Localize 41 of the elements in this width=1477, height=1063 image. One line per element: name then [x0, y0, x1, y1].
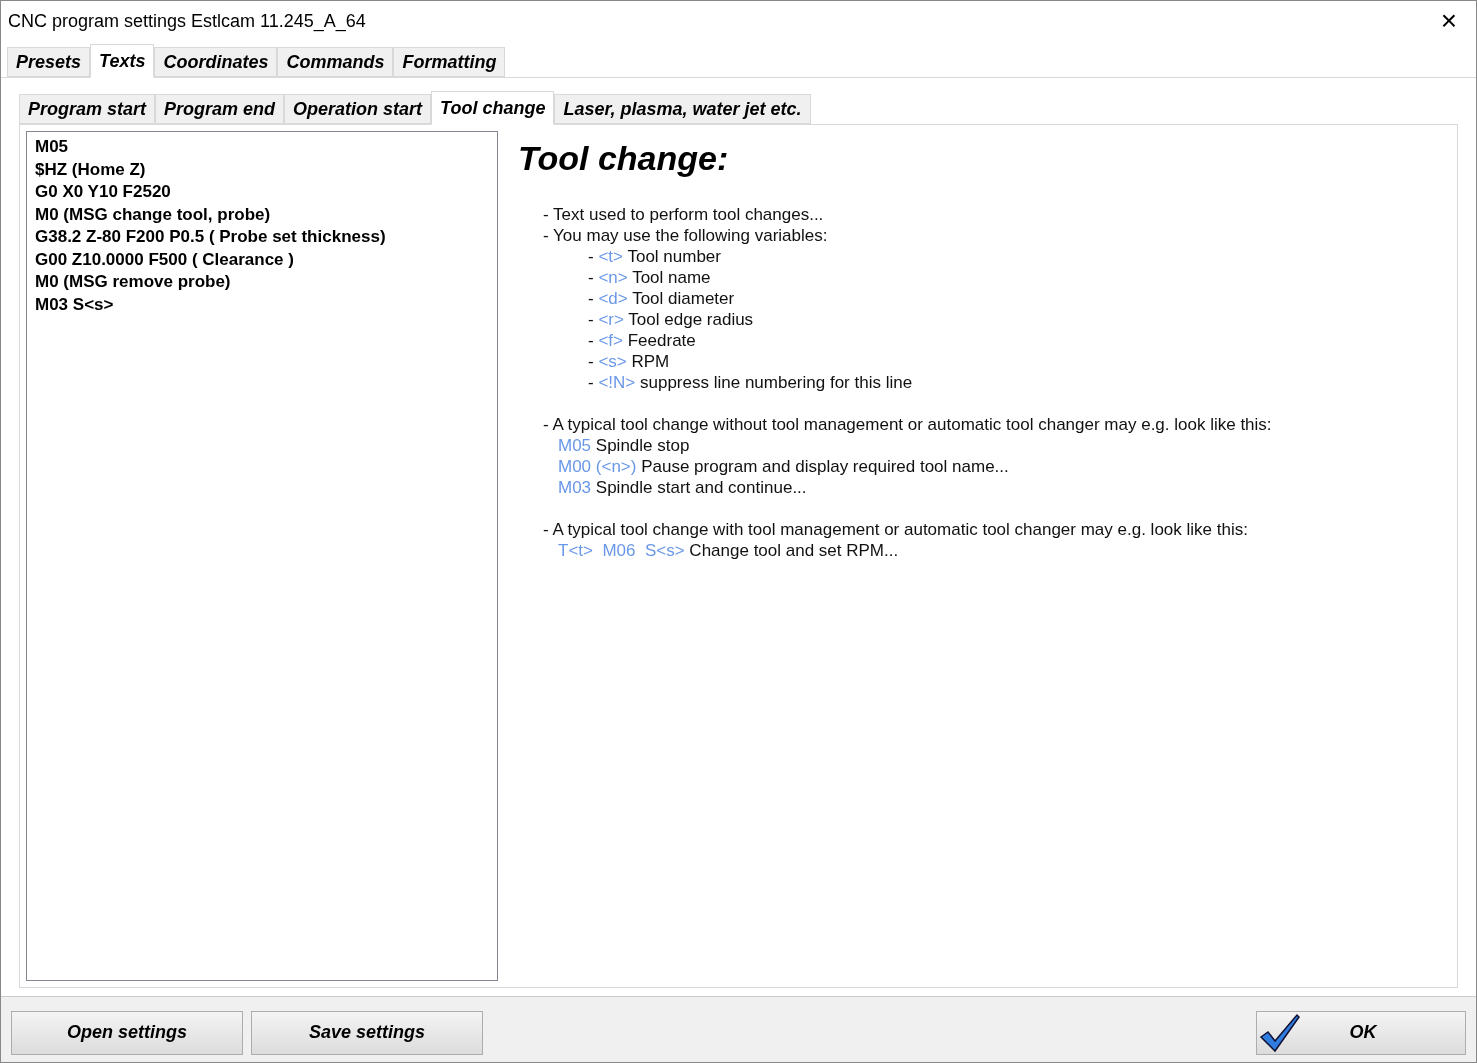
close-button[interactable]: ×: [1428, 7, 1469, 35]
help-text: - A typical tool change without tool management or automatic tool changer may e.g. look like this:: [542, 414, 1272, 435]
ok-button[interactable]: OK: [1256, 1010, 1466, 1055]
code-line: M05: [35, 136, 70, 158]
variable-line: - <t> Tool number: [587, 246, 722, 267]
help-text: - Text used to perform tool changes...: [542, 204, 825, 225]
tab[interactable]: Laser, plasma, water jet etc.: [554, 94, 811, 124]
variable-line: - <f> Feedrate: [587, 330, 697, 351]
code-line: G38.2 Z-80 F200 P0.5 ( Probe set thickness): [35, 226, 387, 248]
tab[interactable]: Operation start: [284, 94, 432, 124]
example-line: M03 Spindle start and continue...: [557, 477, 808, 498]
tab[interactable]: Program end: [155, 94, 285, 124]
code-line: G00 Z10.0000 F500 ( Clearance ): [35, 248, 295, 271]
code-line: M0 (MSG remove probe): [35, 271, 232, 293]
save-settings-button[interactable]: Save settings: [251, 1010, 483, 1055]
example-line: T<t> M06 S<s> Change tool and set RPM...: [557, 540, 900, 561]
window-title: CNC program settings Estlcam 11.245_A_64: [8, 9, 366, 34]
open-settings-button[interactable]: Open settings: [11, 1010, 243, 1055]
tab[interactable]: Texts: [90, 44, 155, 78]
tab[interactable]: Coordinates: [154, 47, 278, 77]
example-line: M05 Spindle stop: [557, 435, 691, 456]
example-line: M00 (<n>) Pause program and display required tool name...: [557, 456, 1010, 477]
code-editor[interactable]: M05 $HZ (Home Z) G0 X0 Y10 F2520 M0 (MSG change tool, probe) G38.2 Z-80 F200 P0.5 ( Probe set thickness) G00 Z10.0000 F500 ( Clearance ) M0 (MSG remove probe) M03 S<s>: [26, 131, 498, 981]
tab[interactable]: Program start: [19, 94, 156, 124]
tab[interactable]: Formatting: [393, 47, 506, 77]
code-line: G0 X0 Y10 F2520: [35, 181, 172, 203]
help-text: - A typical tool change with tool management or automatic tool changer may e.g. look like this:: [542, 519, 1249, 540]
code-line: M03 S<s>: [35, 293, 115, 316]
help-text: - You may use the following variables:: [542, 225, 829, 246]
variable-line: - <s> RPM: [587, 351, 671, 372]
variable-line: - <!N> suppress line numbering for this line: [587, 372, 914, 393]
variable-line: - <d> Tool diameter: [587, 288, 736, 309]
code-line: $HZ (Home Z): [35, 158, 147, 181]
checkmark-icon: [1259, 1012, 1301, 1053]
code-line: M0 (MSG change tool, probe): [35, 203, 272, 226]
variable-line: - <r> Tool edge radius: [587, 309, 755, 330]
tab[interactable]: Tool change: [431, 91, 555, 125]
variable-line: - <n> Tool name: [587, 267, 712, 288]
tab[interactable]: Presets: [7, 47, 91, 77]
help-title: Tool change:: [518, 138, 730, 179]
tab[interactable]: Commands: [277, 47, 394, 77]
